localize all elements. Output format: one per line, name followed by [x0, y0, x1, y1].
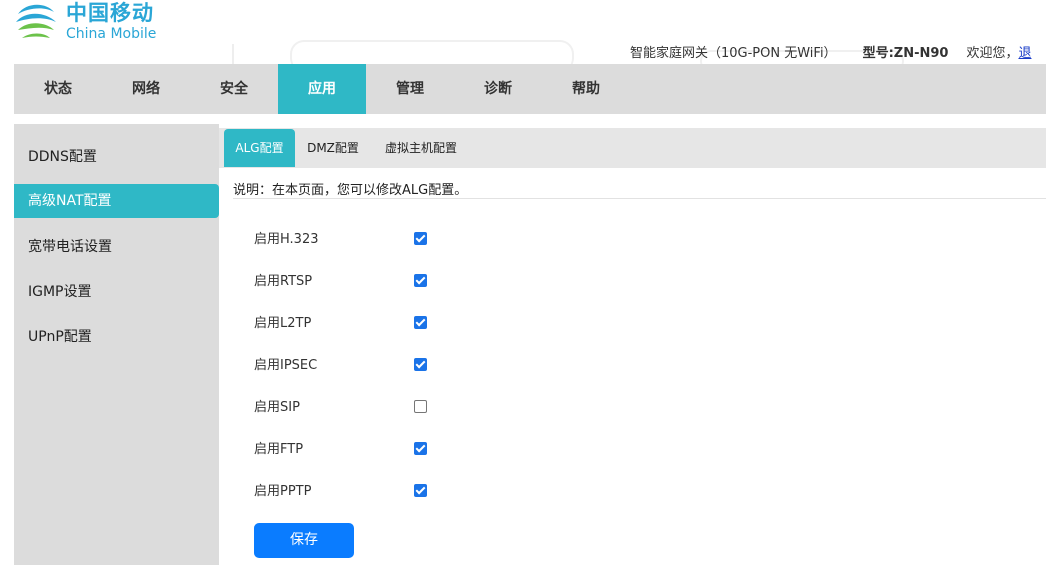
- sidebar-item-igmp[interactable]: IGMP设置: [14, 275, 219, 309]
- device-name: 智能家庭网关（10G-PON 无WiFi）: [630, 46, 837, 61]
- checkbox-pptp[interactable]: [414, 484, 427, 497]
- nav-management[interactable]: 管理: [366, 64, 454, 114]
- tab-alg[interactable]: ALG配置: [224, 129, 295, 167]
- option-label-rtsp: 启用RTSP: [254, 274, 313, 289]
- china-mobile-logo-icon: [16, 4, 56, 38]
- page-description: 说明：在本页面，您可以修改ALG配置。: [233, 183, 468, 198]
- sidebar-item-upnp[interactable]: UPnP配置: [14, 320, 219, 354]
- option-label-ipsec: 启用IPSEC: [254, 358, 318, 373]
- sidebar-item-advanced-nat[interactable]: 高级NAT配置: [14, 184, 219, 218]
- option-label-sip: 启用SIP: [254, 400, 300, 415]
- logo-cn-text: 中国移动: [66, 1, 154, 25]
- save-button[interactable]: 保存: [254, 523, 354, 558]
- divider: [233, 198, 1046, 199]
- china-mobile-logo: 中国移动 China Mobile: [12, 0, 156, 44]
- checkbox-ftp[interactable]: [414, 442, 427, 455]
- sidebar: DDNS配置 高级NAT配置 宽带电话设置 IGMP设置 UPnP配置: [14, 124, 219, 565]
- nav-status[interactable]: 状态: [14, 64, 102, 114]
- option-label-h323: 启用H.323: [254, 232, 319, 247]
- nav-application[interactable]: 应用: [278, 64, 366, 114]
- device-info: 智能家庭网关（10G-PON 无WiFi） 型号:ZN-N90 欢迎您，退: [630, 42, 1031, 61]
- tab-dmz[interactable]: DMZ配置: [301, 129, 365, 167]
- checkbox-sip[interactable]: [414, 400, 427, 413]
- top-nav: 状态 网络 安全 应用 管理 诊断 帮助: [14, 64, 1046, 114]
- nav-security[interactable]: 安全: [190, 64, 278, 114]
- sidebar-item-voip[interactable]: 宽带电话设置: [14, 230, 219, 264]
- nav-help[interactable]: 帮助: [542, 64, 630, 114]
- nav-network[interactable]: 网络: [102, 64, 190, 114]
- welcome-text: 欢迎您，: [966, 46, 1019, 61]
- option-label-ftp: 启用FTP: [254, 442, 304, 457]
- checkbox-ipsec[interactable]: [414, 358, 427, 371]
- logo-en-text: China Mobile: [66, 26, 157, 42]
- sidebar-item-ddns[interactable]: DDNS配置: [14, 140, 219, 174]
- device-model: 型号:ZN-N90: [862, 46, 949, 61]
- tab-virtual-host[interactable]: 虚拟主机配置: [377, 129, 465, 167]
- sub-tabs: ALG配置 DMZ配置 虚拟主机配置: [219, 128, 1046, 168]
- logout-link[interactable]: 退: [1018, 46, 1031, 61]
- watermark-shape: [232, 44, 242, 64]
- checkbox-h323[interactable]: [414, 232, 427, 245]
- option-label-pptp: 启用PPTP: [254, 484, 312, 499]
- option-label-l2tp: 启用L2TP: [254, 316, 312, 331]
- nav-diagnosis[interactable]: 诊断: [454, 64, 542, 114]
- checkbox-rtsp[interactable]: [414, 274, 427, 287]
- checkbox-l2tp[interactable]: [414, 316, 427, 329]
